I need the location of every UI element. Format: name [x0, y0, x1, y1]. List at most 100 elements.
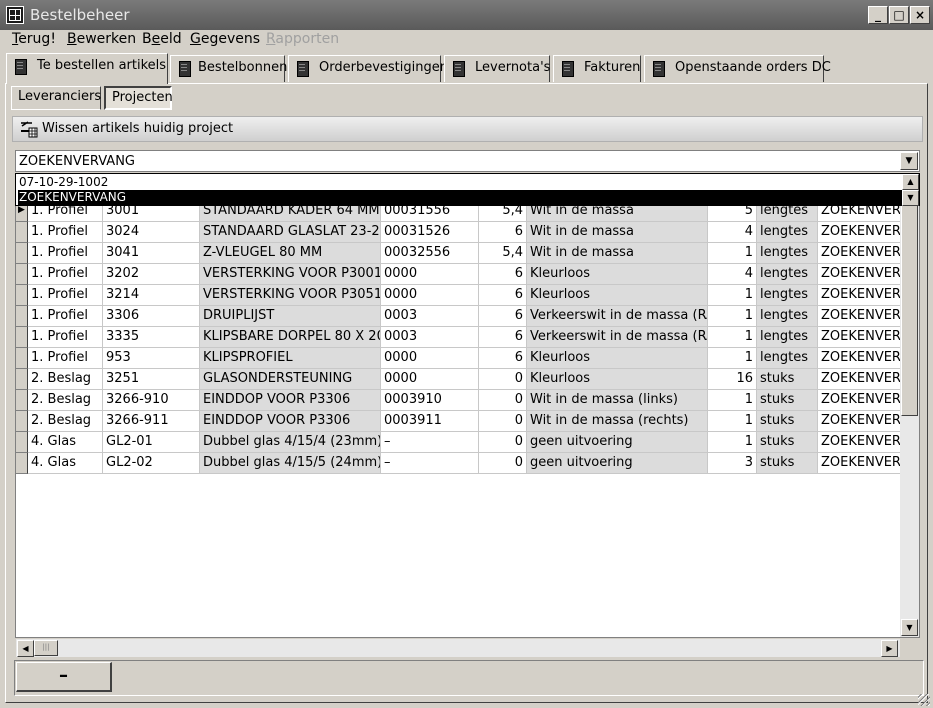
- cell-category[interactable]: 1. Profiel: [28, 285, 103, 306]
- cell-quantity[interactable]: 1: [708, 306, 757, 327]
- cell-article-no[interactable]: 953: [103, 348, 200, 369]
- cell-finish[interactable]: Kleurloos: [527, 285, 708, 306]
- cell-length[interactable]: 6: [479, 222, 527, 243]
- cell-project[interactable]: ZOEKENVERVANG: [818, 285, 901, 306]
- scroll-down-icon[interactable]: ▼: [901, 619, 918, 636]
- cell-finish[interactable]: Wit in de massa: [527, 222, 708, 243]
- cell-description[interactable]: Dubbel glas 4/15/4 (23mm): [200, 432, 381, 453]
- cell-quantity[interactable]: 3: [708, 453, 757, 474]
- scroll-left-icon[interactable]: ◀: [17, 640, 34, 657]
- cell-finish[interactable]: Wit in de massa: [527, 243, 708, 264]
- table-row[interactable]: 2. Beslag 3266-911 EINDDOP VOOR P3306 00039…: [16, 411, 901, 432]
- cell-project[interactable]: ZOEKENVERVANG: [818, 432, 901, 453]
- cell-project[interactable]: ZOEKENVERVANG: [818, 306, 901, 327]
- cell-code[interactable]: 00032556: [381, 243, 479, 264]
- row-selector[interactable]: [16, 432, 28, 453]
- cell-length[interactable]: 0: [479, 411, 527, 432]
- cell-code[interactable]: 00031526: [381, 222, 479, 243]
- cell-finish[interactable]: Verkeerswit in de massa (RAL: [527, 306, 708, 327]
- cell-code[interactable]: 0000: [381, 348, 479, 369]
- cell-quantity[interactable]: 1: [708, 348, 757, 369]
- cell-description[interactable]: KLIPSPROFIEL: [200, 348, 381, 369]
- menu-beeld[interactable]: Beeld: [142, 31, 182, 47]
- menu-rapporten[interactable]: Rapporten: [266, 31, 339, 47]
- cell-project[interactable]: ZOEKENVERVANG: [818, 348, 901, 369]
- cell-quantity[interactable]: 4: [708, 264, 757, 285]
- cell-unit[interactable]: stuks: [757, 453, 818, 474]
- cell-category[interactable]: 1. Profiel: [28, 348, 103, 369]
- cell-quantity[interactable]: 16: [708, 369, 757, 390]
- tab-te-bestellen-artikels[interactable]: Te bestellen artikels: [6, 53, 168, 84]
- cell-unit[interactable]: lengtes: [757, 264, 818, 285]
- scroll-up-icon[interactable]: ▲: [902, 174, 919, 190]
- cell-finish[interactable]: Wit in de massa (rechts): [527, 411, 708, 432]
- scroll-down-icon[interactable]: ▼: [902, 190, 919, 206]
- table-row[interactable]: 1. Profiel 953 KLIPSPROFIEL 0000 6 Kleurloos 1…: [16, 348, 901, 369]
- cell-article-no[interactable]: 3202: [103, 264, 200, 285]
- table-row[interactable]: 4. Glas GL2-02 Dubbel glas 4/15/5 (24mm) –0…: [16, 453, 901, 474]
- cell-unit[interactable]: lengtes: [757, 222, 818, 243]
- cell-length[interactable]: 6: [479, 285, 527, 306]
- cell-article-no[interactable]: 3214: [103, 285, 200, 306]
- cell-category[interactable]: 4. Glas: [28, 432, 103, 453]
- table-row[interactable]: 2. Beslag 3266-910 EINDDOP VOOR P3306 00039…: [16, 390, 901, 411]
- cell-finish[interactable]: Kleurloos: [527, 369, 708, 390]
- row-selector[interactable]: [16, 411, 28, 432]
- cell-article-no[interactable]: 3335: [103, 327, 200, 348]
- table-row[interactable]: 1. Profiel 3335 KLIPSBARE DORPEL 80 X 20 00…: [16, 327, 901, 348]
- tab-levernotas[interactable]: Levernota's: [444, 55, 550, 82]
- cell-quantity[interactable]: 1: [708, 390, 757, 411]
- row-selector[interactable]: [16, 348, 28, 369]
- cell-project[interactable]: ZOEKENVERVANG: [818, 453, 901, 474]
- cell-length[interactable]: 5,4: [479, 243, 527, 264]
- cell-category[interactable]: 1. Profiel: [28, 306, 103, 327]
- cell-code[interactable]: 0003: [381, 327, 479, 348]
- dropdown-option[interactable]: 07-10-29-1002: [18, 175, 903, 190]
- cell-length[interactable]: 0: [479, 432, 527, 453]
- cell-code[interactable]: 0003911: [381, 411, 479, 432]
- cell-article-no[interactable]: 3024: [103, 222, 200, 243]
- cell-project[interactable]: ZOEKENVERVANG: [818, 222, 901, 243]
- cell-article-no[interactable]: 3266-911: [103, 411, 200, 432]
- cell-project[interactable]: ZOEKENVERVANG: [818, 411, 901, 432]
- cell-unit[interactable]: lengtes: [757, 306, 818, 327]
- cell-article-no[interactable]: GL2-02: [103, 453, 200, 474]
- cell-length[interactable]: 6: [479, 348, 527, 369]
- tab-bestelbonnen[interactable]: Bestelbonnen: [170, 55, 287, 82]
- cell-length[interactable]: 6: [479, 327, 527, 348]
- row-selector[interactable]: [16, 285, 28, 306]
- cell-description[interactable]: EINDDOP VOOR P3306: [200, 390, 381, 411]
- maximize-button[interactable]: □: [889, 6, 909, 24]
- cell-finish[interactable]: Kleurloos: [527, 348, 708, 369]
- cell-code[interactable]: 0000: [381, 264, 479, 285]
- row-selector[interactable]: [16, 306, 28, 327]
- table-row[interactable]: 1. Profiel 3024 STANDAARD GLASLAT 23-2- 000…: [16, 222, 901, 243]
- tab-orderbevestigingen[interactable]: Orderbevestigingen: [288, 55, 448, 82]
- dropdown-option-selected[interactable]: ZOEKENVERVANG: [18, 190, 903, 205]
- chevron-down-icon[interactable]: ▼: [900, 152, 918, 170]
- cell-length[interactable]: 0: [479, 453, 527, 474]
- cell-code[interactable]: 0000: [381, 285, 479, 306]
- row-selector[interactable]: [16, 390, 28, 411]
- cell-project[interactable]: ZOEKENVERVANG: [818, 243, 901, 264]
- table-row[interactable]: 2. Beslag 3251 GLASONDERSTEUNING 0000 0 Kleur…: [16, 369, 901, 390]
- table-row[interactable]: 1. Profiel 3202 VERSTERKING VOOR P3001 0000…: [16, 264, 901, 285]
- cell-quantity[interactable]: 1: [708, 411, 757, 432]
- row-selector[interactable]: [16, 327, 28, 348]
- table-row[interactable]: 1. Profiel 3041 Z-VLEUGEL 80 MM 00032556 5,4…: [16, 243, 901, 264]
- cell-article-no[interactable]: 3266-910: [103, 390, 200, 411]
- row-selector[interactable]: [16, 243, 28, 264]
- horizontal-scrollbar[interactable]: [16, 639, 900, 657]
- clear-list-icon[interactable]: [20, 120, 38, 138]
- cell-unit[interactable]: stuks: [757, 411, 818, 432]
- cell-project[interactable]: ZOEKENVERVANG: [818, 369, 901, 390]
- cell-quantity[interactable]: 1: [708, 243, 757, 264]
- row-selector[interactable]: [16, 369, 28, 390]
- cell-category[interactable]: 4. Glas: [28, 453, 103, 474]
- cell-quantity[interactable]: 1: [708, 285, 757, 306]
- cell-category[interactable]: 1. Profiel: [28, 243, 103, 264]
- vertical-scroll-thumb[interactable]: [901, 192, 918, 416]
- cell-code[interactable]: –: [381, 432, 479, 453]
- cell-category[interactable]: 1. Profiel: [28, 222, 103, 243]
- cell-length[interactable]: 0: [479, 390, 527, 411]
